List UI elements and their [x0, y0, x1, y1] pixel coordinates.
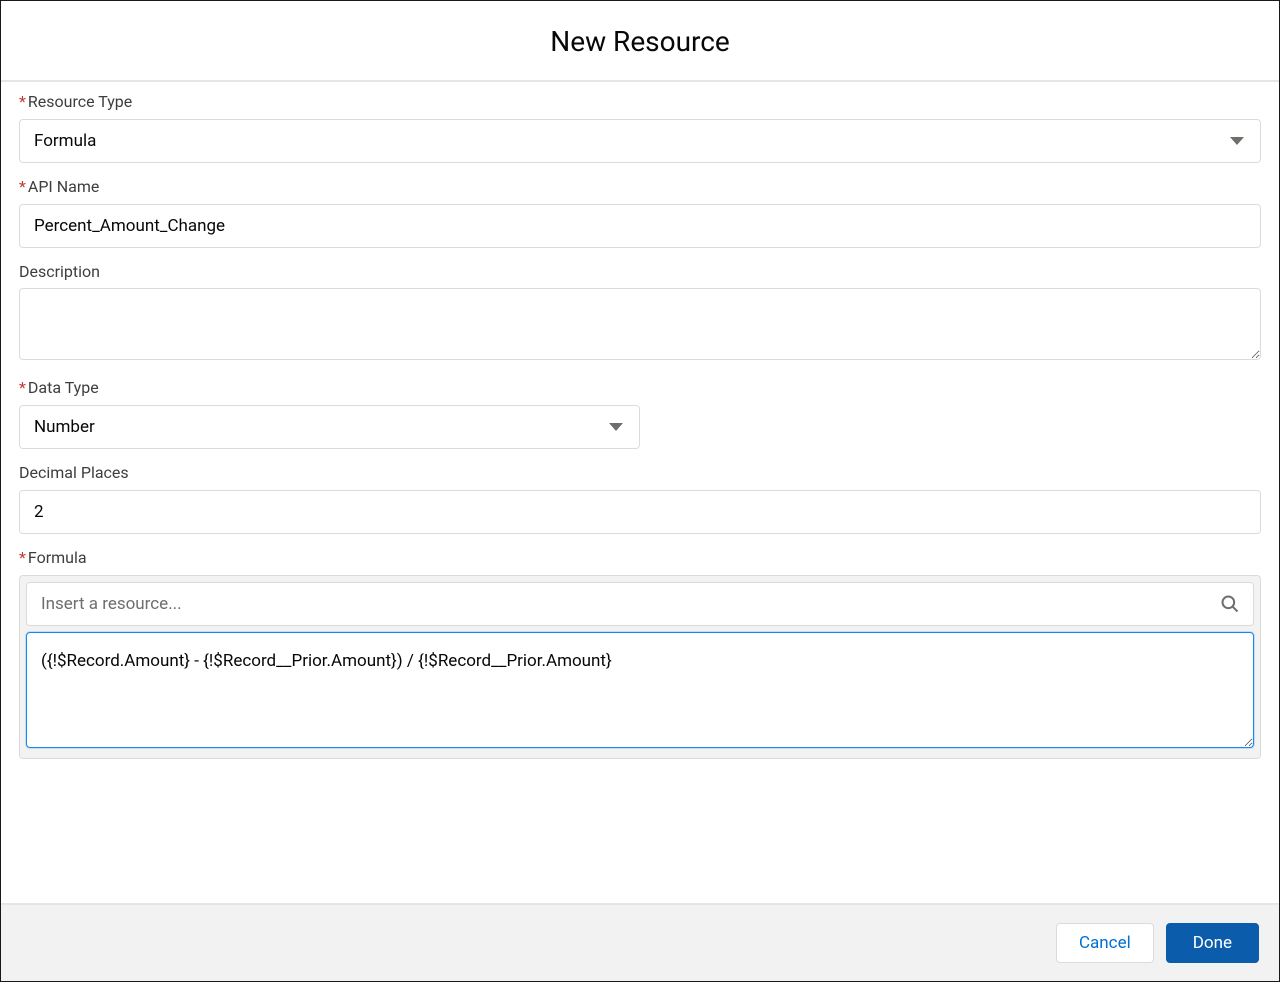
description-group: Description — [19, 262, 1261, 365]
description-textarea[interactable] — [19, 288, 1261, 360]
resource-type-value: Formula — [34, 131, 96, 151]
formula-editor[interactable] — [26, 632, 1254, 748]
required-asterisk: * — [19, 177, 26, 196]
data-type-select[interactable]: Number — [19, 405, 640, 449]
api-name-input[interactable] — [19, 204, 1261, 248]
formula-wrapper — [19, 575, 1261, 759]
data-type-value: Number — [34, 417, 95, 437]
resource-type-label: *Resource Type — [19, 92, 1261, 113]
cancel-button[interactable]: Cancel — [1056, 923, 1154, 963]
formula-resource-bar — [26, 582, 1254, 626]
resource-type-select[interactable]: Formula — [19, 119, 1261, 163]
description-label: Description — [19, 262, 1261, 283]
insert-resource-input[interactable] — [26, 582, 1254, 626]
resource-type-group: *Resource Type Formula — [19, 92, 1261, 163]
decimal-places-input[interactable] — [19, 490, 1261, 534]
modal-body: *Resource Type Formula *API Name Descrip… — [1, 82, 1279, 903]
required-asterisk: * — [19, 92, 26, 111]
decimal-places-label: Decimal Places — [19, 463, 1261, 484]
data-type-group: *Data Type Number — [19, 378, 1261, 449]
caret-down-icon — [609, 423, 623, 431]
decimal-places-group: Decimal Places — [19, 463, 1261, 534]
modal-footer: Cancel Done — [1, 903, 1279, 981]
modal-header: New Resource — [1, 1, 1279, 82]
api-name-label: *API Name — [19, 177, 1261, 198]
done-button[interactable]: Done — [1166, 923, 1259, 963]
required-asterisk: * — [19, 378, 26, 397]
required-asterisk: * — [19, 548, 26, 567]
formula-label: *Formula — [19, 548, 1261, 569]
data-type-label: *Data Type — [19, 378, 1261, 399]
new-resource-modal: New Resource *Resource Type Formula *API… — [0, 0, 1280, 982]
caret-down-icon — [1230, 137, 1244, 145]
api-name-group: *API Name — [19, 177, 1261, 248]
modal-title: New Resource — [1, 25, 1279, 58]
formula-group: *Formula — [19, 548, 1261, 759]
